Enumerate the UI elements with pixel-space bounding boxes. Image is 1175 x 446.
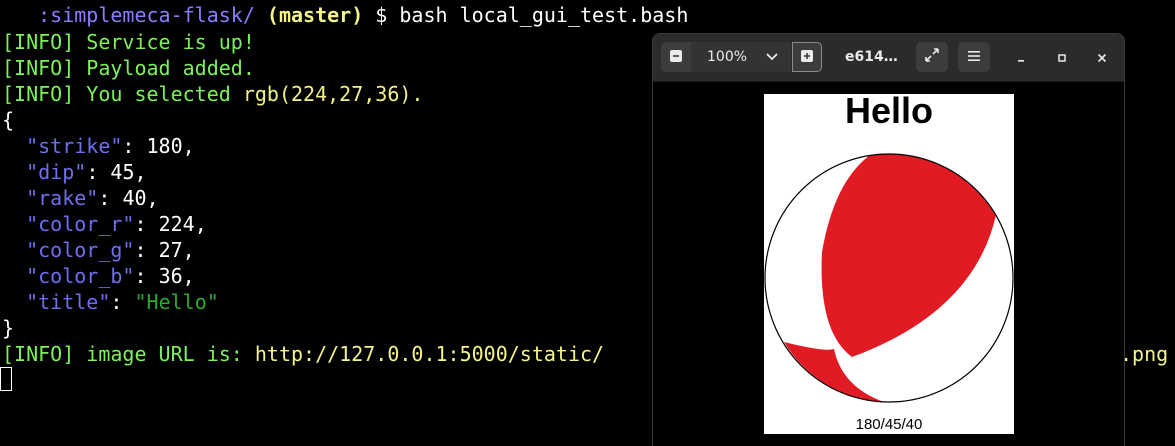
displayed-image: Hello 180/45/40 (764, 90, 1014, 434)
json-comma: , (182, 238, 195, 262)
info-line-url: [INFO] image URL is: http://127.0.0.1:50… (2, 341, 604, 367)
close-button[interactable] (1092, 47, 1112, 67)
prompt-path: :simplemeca-flask/ (38, 3, 255, 27)
maximize-button[interactable] (1052, 47, 1072, 67)
json-field-dip: "dip": 45, (2, 159, 147, 185)
json-value: 224 (158, 212, 195, 236)
json-open-brace: { (2, 108, 15, 132)
prompt-line: :simplemeca-flask/ (master) $ bash local… (2, 2, 688, 28)
zoom-in-icon (800, 48, 814, 67)
json-key: "strike" (26, 134, 123, 158)
info-line-payload: [INFO] Payload added. (2, 56, 255, 80)
json-key: "dip" (26, 160, 87, 184)
zoom-level-value: 100% (707, 49, 748, 65)
json-comma: , (182, 134, 195, 158)
image-caption: 180/45/40 (855, 416, 923, 433)
zoom-out-button[interactable] (661, 42, 691, 72)
main-menu-button[interactable] (958, 42, 990, 72)
zoom-in-button[interactable] (792, 42, 822, 72)
json-sep: : (134, 264, 159, 288)
prompt-branch: (master) (266, 3, 364, 27)
info-line-service: [INFO] Service is up! (2, 30, 255, 54)
json-value: 180 (146, 134, 183, 158)
zoom-level-dropdown[interactable]: 100% (691, 42, 791, 72)
json-key: "color_g" (26, 238, 135, 262)
json-key: "color_b" (26, 264, 135, 288)
json-field-rake: "rake": 40, (2, 185, 159, 211)
hamburger-menu-icon (967, 48, 981, 67)
json-sep: : (110, 290, 135, 314)
desktop: :simplemeca-flask/ (master) $ bash local… (0, 0, 1175, 446)
info-selected-label: [INFO] You selected (2, 82, 243, 106)
minimize-button[interactable] (1011, 47, 1031, 67)
prompt-command: bash local_gui_test.bash (399, 3, 689, 27)
json-key: "color_r" (26, 212, 135, 236)
json-comma: , (134, 160, 147, 184)
json-value: 27 (158, 238, 183, 262)
maximize-icon (1057, 48, 1067, 67)
info-url-label: [INFO] image URL is: (2, 342, 255, 366)
json-close-brace: } (2, 316, 15, 340)
beachball-plot (764, 153, 1014, 403)
json-field-color-r: "color_r": 224, (2, 211, 207, 237)
json-sep: : (86, 160, 111, 184)
json-sep: : (134, 238, 159, 262)
json-value: "Hello" (134, 290, 219, 314)
json-comma: , (194, 212, 207, 236)
minimize-icon (1016, 48, 1026, 67)
viewer-headerbar[interactable]: 100% e614… (653, 34, 1124, 82)
json-field-color-g: "color_g": 27, (2, 237, 195, 263)
json-key: "rake" (26, 186, 99, 210)
close-icon (1097, 48, 1107, 67)
json-sep: : (98, 186, 123, 210)
chevron-down-icon (765, 49, 779, 67)
fullscreen-icon (924, 47, 940, 67)
prompt-prefix (2, 3, 38, 27)
viewer-title: e614… (845, 49, 898, 65)
json-sep: : (134, 212, 159, 236)
json-sep: : (122, 134, 147, 158)
image-canvas[interactable]: Hello 180/45/40 (653, 82, 1124, 446)
json-key: "title" (26, 290, 111, 314)
json-value: 40 (122, 186, 147, 210)
image-url-start[interactable]: http://127.0.0.1:5000/static/ (255, 342, 604, 366)
json-comma: , (182, 264, 195, 288)
json-field-strike: "strike": 180, (2, 133, 195, 159)
image-title: Hello (844, 90, 933, 131)
json-field-color-b: "color_b": 36, (2, 263, 195, 289)
prompt-symbol: $ (375, 3, 388, 27)
terminal-cursor (0, 367, 12, 391)
json-value: 36 (158, 264, 183, 288)
json-value: 45 (110, 160, 135, 184)
zoom-out-icon (669, 48, 683, 67)
json-comma: , (146, 186, 159, 210)
image-viewer-window[interactable]: 100% e614… Hello 180/45/40 (652, 33, 1125, 446)
fullscreen-button[interactable] (916, 42, 948, 72)
json-field-title: "title": "Hello" (2, 289, 219, 315)
info-line-selected: [INFO] You selected rgb(224,27,36). (2, 81, 423, 107)
info-selected-rgb: rgb(224,27,36). (242, 82, 424, 106)
image-url-end[interactable]: .png (1120, 341, 1168, 367)
